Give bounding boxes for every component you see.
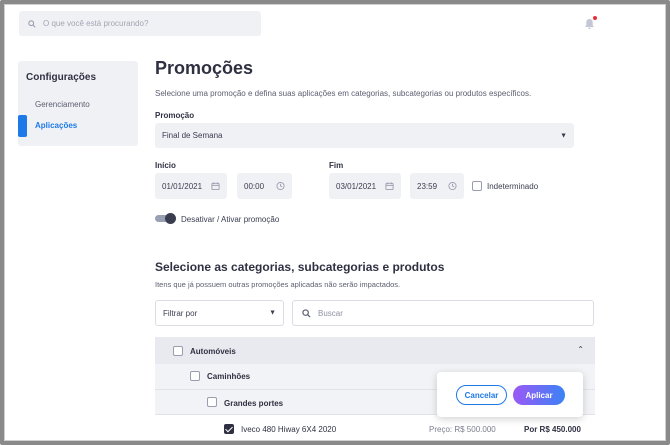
promotion-label: Promoção	[155, 111, 195, 120]
cancel-button[interactable]: Cancelar	[456, 385, 507, 405]
indeterminate-checkbox[interactable]	[472, 181, 482, 191]
sidebar-item-gerenciamento[interactable]: Gerenciamento	[35, 100, 90, 109]
clock-icon	[448, 181, 457, 191]
tree-checkbox[interactable]	[207, 397, 217, 407]
caret-down-icon: ▼	[560, 132, 567, 139]
tree-checkbox[interactable]	[173, 346, 183, 356]
calendar-icon	[385, 182, 394, 191]
tree-row-product[interactable]: Iveco 480 Hiway 6X4 2020 Preço: R$ 500.0…	[155, 415, 595, 442]
calendar-icon	[211, 182, 220, 191]
start-time-input[interactable]: 00:00	[237, 173, 292, 199]
action-popup: Cancelar Aplicar	[437, 372, 583, 417]
product-name: Iveco 480 Hiway 6X4 2020	[241, 425, 337, 434]
category-search-input[interactable]: Buscar	[292, 300, 594, 326]
sidebar-title: Configurações	[26, 72, 97, 83]
sidebar-item-aplicacoes[interactable]: Aplicações	[35, 121, 77, 130]
page-title: Promoções	[155, 58, 254, 78]
notification-dot	[593, 16, 597, 20]
categories-title: Selecione as categorias, subcategorias e…	[155, 260, 445, 274]
clock-icon	[276, 181, 285, 191]
filter-selected-value: Filtrar por	[163, 308, 198, 318]
notification-bell[interactable]	[584, 16, 597, 29]
sidebar-active-indicator	[18, 115, 27, 137]
indeterminate-label: Indeterminado	[487, 182, 539, 191]
start-date-value: 01/01/2021	[162, 181, 203, 191]
global-search-input[interactable]: O que você está procurando?	[19, 11, 261, 36]
promotion-selected-value: Final de Semana	[162, 131, 223, 140]
start-label: Início	[155, 161, 176, 170]
tree-checkbox[interactable]	[190, 371, 200, 381]
end-label: Fim	[329, 161, 344, 170]
end-date-value: 03/01/2021	[336, 181, 377, 191]
product-price: Preço: R$ 500.000	[429, 425, 496, 434]
tree-label: Grandes portes	[224, 399, 284, 408]
end-time-value: 23:59	[417, 181, 438, 191]
promotion-select[interactable]: Final de Semana ▼	[155, 123, 574, 148]
caret-down-icon: ▼	[269, 309, 276, 317]
categories-note: Itens que já possuem outras promoções ap…	[155, 280, 401, 289]
toggle-label: Desativar / Ativar promoção	[181, 215, 280, 224]
end-time-input[interactable]: 23:59	[410, 173, 464, 199]
toggle-knob	[165, 213, 176, 224]
category-search-placeholder: Buscar	[318, 308, 343, 318]
start-date-input[interactable]: 01/01/2021	[155, 173, 227, 199]
settings-sidebar: Configurações Gerenciamento Aplicações	[18, 61, 138, 146]
promotion-toggle[interactable]	[155, 213, 176, 224]
apply-button[interactable]: Aplicar	[513, 385, 565, 405]
product-promo-price: Por R$ 450.000	[524, 425, 581, 434]
chevron-up-icon[interactable]: ⌃	[577, 345, 584, 354]
filter-select[interactable]: Filtrar por ▼	[155, 300, 284, 326]
tree-checkbox-checked[interactable]	[224, 424, 234, 434]
page-subtitle: Selecione uma promoção e defina suas apl…	[155, 89, 532, 98]
tree-row-automoveis[interactable]: Automóveis ⌃	[155, 337, 595, 364]
search-placeholder: O que você está procurando?	[43, 19, 149, 28]
start-time-value: 00:00	[244, 181, 265, 191]
search-icon	[28, 19, 36, 28]
search-icon	[302, 308, 311, 318]
tree-label: Automóveis	[190, 347, 236, 356]
tree-label: Caminhões	[207, 372, 251, 381]
end-date-input[interactable]: 03/01/2021	[329, 173, 401, 199]
